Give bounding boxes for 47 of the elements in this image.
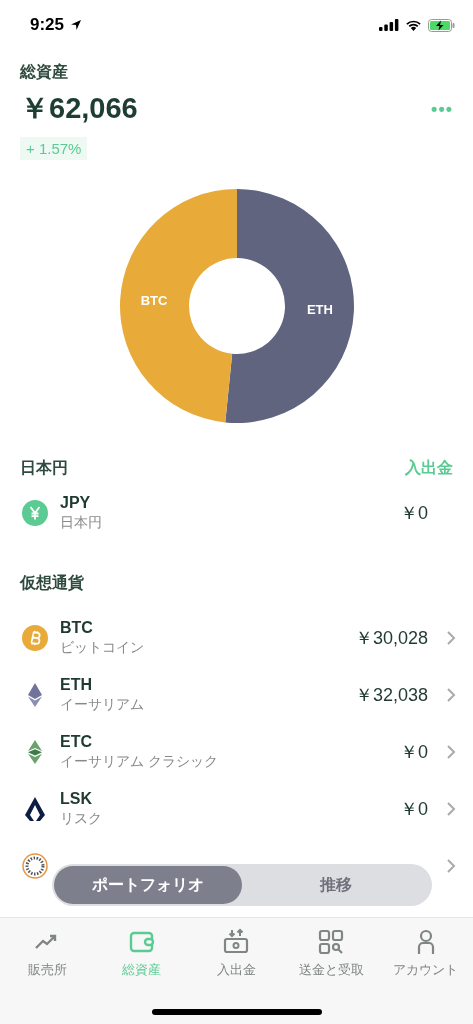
tab-item[interactable]: アカウント: [378, 928, 473, 979]
total-amount: ￥62,066: [20, 91, 138, 126]
chevron-icon: [446, 857, 456, 874]
bitcoin-coin-icon: [22, 624, 48, 651]
yen-coin-icon: [22, 499, 48, 526]
balance-value: ￥32,038: [354, 683, 428, 707]
wifi-icon: [405, 19, 422, 31]
coin-icon: [22, 852, 48, 879]
tab-item[interactable]: 総資産: [94, 928, 190, 979]
battery-charging-icon: [428, 18, 455, 32]
balance-value: ￥0: [400, 740, 428, 764]
balance-value: ￥30,028: [354, 626, 428, 650]
currency-symbol: ETH: [60, 675, 93, 694]
currency-symbol: ETC: [60, 732, 93, 751]
chevron-icon: [446, 743, 456, 760]
slice-label: BTC: [140, 293, 167, 309]
cash-transfer-icon: [222, 928, 251, 956]
change-badge: + 1.57%: [20, 137, 88, 160]
more-button[interactable]: •••: [431, 98, 453, 120]
chevron-icon: [446, 800, 456, 817]
segment-tab[interactable]: ポートフォリオ: [54, 866, 242, 904]
location-icon: [70, 19, 83, 31]
balance-value: ￥0: [400, 501, 428, 525]
page-title: 総資産: [20, 62, 68, 82]
chevron-icon: [446, 686, 456, 703]
tab-item[interactable]: 送金と受取: [283, 928, 379, 979]
lisk-coin-icon: [22, 795, 48, 822]
balance-value: ￥0: [400, 797, 428, 821]
currency-symbol: LSK: [60, 789, 93, 808]
segment-tab[interactable]: 推移: [242, 866, 430, 904]
currency-name: 日本円: [60, 513, 103, 532]
currency-symbol: JPY: [60, 493, 92, 512]
slice-label: ETH: [306, 301, 333, 317]
tab-item[interactable]: 入出金: [189, 928, 284, 979]
status-time: 9:25: [30, 15, 65, 35]
section-title: 仮想通貨: [20, 572, 84, 593]
currency-name: ビットコイン: [60, 638, 145, 657]
chevron-icon: [446, 629, 456, 646]
deposit-withdraw-link[interactable]: 入出金: [405, 457, 453, 479]
tab-item[interactable]: 販売所: [0, 928, 95, 979]
signal-icon: [379, 19, 399, 31]
currency-name: イーサリアム: [60, 695, 145, 714]
currency-name: イーサリアム クラシック: [60, 752, 219, 771]
currency-symbol: BTC: [60, 618, 94, 637]
section-title: 日本円: [20, 457, 68, 478]
currency-name: リスク: [60, 809, 103, 828]
qr-code-icon: [317, 928, 346, 956]
